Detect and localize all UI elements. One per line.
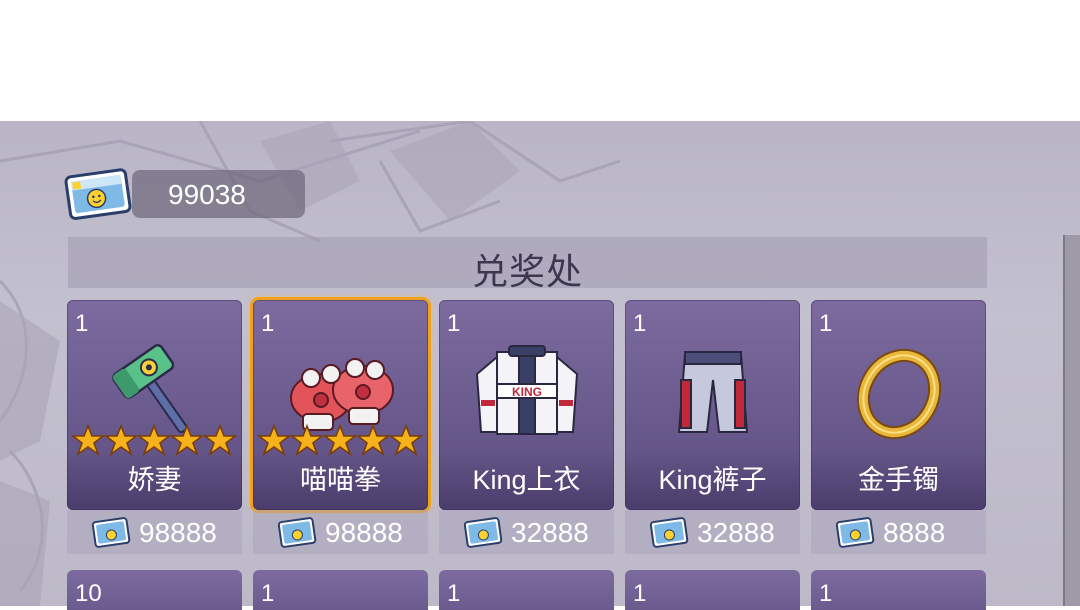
shop-item-card[interactable]: 1 xyxy=(625,570,800,610)
item-price: 32888 xyxy=(439,510,614,554)
racing-jacket-icon: KING xyxy=(475,345,579,435)
item-quantity: 1 xyxy=(633,580,647,607)
item-quantity: 1 xyxy=(819,580,833,607)
item-quantity: 10 xyxy=(75,580,102,607)
item-price: 98888 xyxy=(67,510,242,554)
item-name: King裤子 xyxy=(658,465,767,495)
item-price: 32888 xyxy=(625,510,800,554)
item-name: King上衣 xyxy=(472,465,581,495)
item-quantity: 1 xyxy=(633,310,647,337)
price-value: 32888 xyxy=(697,517,775,548)
ticket-icon xyxy=(835,517,875,548)
item-quantity: 1 xyxy=(447,580,461,607)
currency-amount: 99038 xyxy=(168,179,246,210)
price-value: 8888 xyxy=(883,517,946,548)
shop-item-card-selected[interactable]: 1 喵喵拳 xyxy=(253,300,428,510)
shop-item-card[interactable]: 1 KING King上衣 xyxy=(439,300,614,510)
shop-item-card[interactable]: 1 娇妻 xyxy=(67,300,242,510)
ticket-icon xyxy=(649,517,689,548)
item-name: 娇妻 xyxy=(127,465,182,495)
item-quantity: 1 xyxy=(261,310,275,337)
racing-pants-icon xyxy=(677,351,749,433)
price-value: 98888 xyxy=(139,517,217,548)
ticket-icon xyxy=(91,517,131,548)
svg-text:KING: KING xyxy=(512,385,542,399)
shop-title: 兑奖处 xyxy=(471,251,583,292)
price-value: 98888 xyxy=(325,517,403,548)
side-panel-edge xyxy=(1063,235,1080,606)
shop-item-card[interactable]: 10 xyxy=(67,570,242,610)
shop-item-card[interactable]: 1 King裤子 xyxy=(625,300,800,510)
item-name: 喵喵拳 xyxy=(300,465,381,495)
price-value: 32888 xyxy=(511,517,589,548)
item-price: 98888 xyxy=(253,510,428,554)
shop-item-card[interactable]: 1 金手镯 xyxy=(811,300,986,510)
ticket-icon xyxy=(64,168,132,220)
currency-balance: 99038 xyxy=(132,170,305,218)
gold-bracelet-icon xyxy=(856,348,942,440)
item-quantity: 1 xyxy=(75,310,89,337)
item-name: 金手镯 xyxy=(858,465,939,495)
ticket-icon xyxy=(463,517,503,548)
item-quantity: 1 xyxy=(819,310,833,337)
shop-item-card[interactable]: 1 xyxy=(811,570,986,610)
item-quantity: 1 xyxy=(261,580,275,607)
item-price: 8888 xyxy=(811,510,986,554)
item-quantity: 1 xyxy=(447,310,461,337)
ticket-icon xyxy=(277,517,317,548)
shop-item-card[interactable]: 1 xyxy=(253,570,428,610)
shop-item-card[interactable]: 1 xyxy=(439,570,614,610)
shop-title-bar: 兑奖处 xyxy=(68,237,987,292)
